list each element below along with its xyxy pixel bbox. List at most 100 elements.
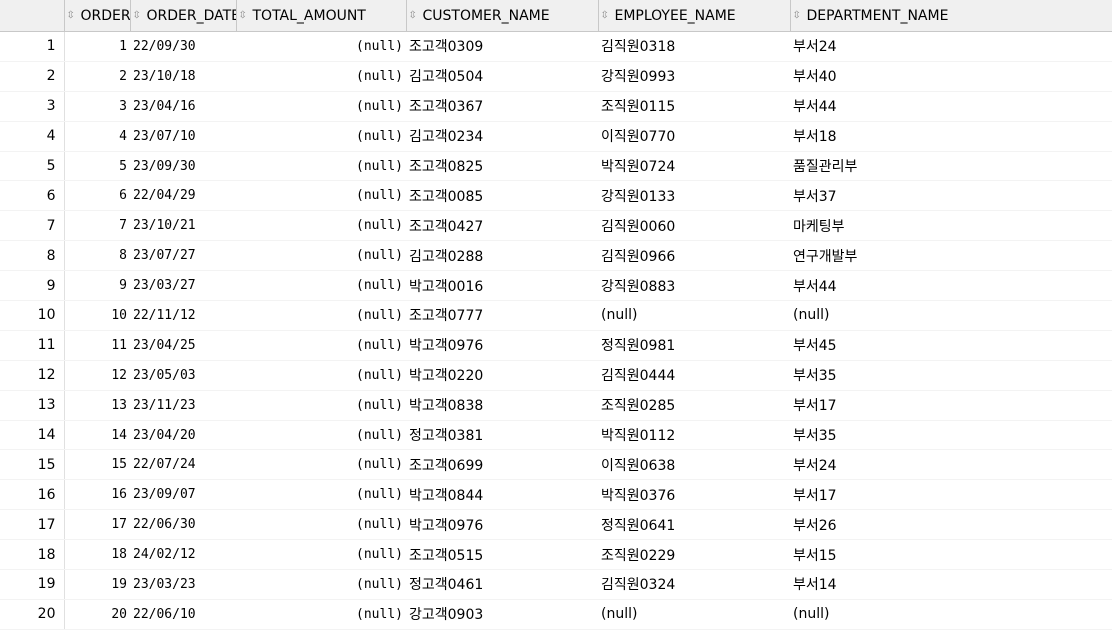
order-date-cell[interactable]: 22/09/30 <box>130 31 236 62</box>
total-amount-cell[interactable]: (null) <box>236 300 406 331</box>
table-row[interactable]: 6 6 22/04/29 (null) 조고객0085 강직원0133 부서37 <box>0 180 1112 212</box>
total-amount-cell[interactable]: (null) <box>236 360 406 391</box>
customer-name-cell[interactable]: 박고객0838 <box>406 390 598 421</box>
total-amount-cell[interactable]: (null) <box>236 539 406 571</box>
table-row[interactable]: 4 4 23/07/10 (null) 김고객0234 이직원0770 부서18 <box>0 121 1112 152</box>
order-id-cell[interactable]: 12 <box>64 360 130 391</box>
order-id-cell[interactable]: 13 <box>64 390 130 421</box>
employee-name-cell[interactable]: 정직원0641 <box>598 509 790 541</box>
department-name-cell[interactable]: 연구개발부 <box>790 240 1112 272</box>
sort-icon[interactable]: ⇳ <box>133 10 143 21</box>
sort-icon[interactable]: ⇳ <box>67 10 77 21</box>
order-id-cell[interactable]: 1 <box>64 31 130 62</box>
table-row[interactable]: 15 15 22/07/24 (null) 조고객0699 이직원0638 부서24 <box>0 449 1112 481</box>
order-id-cell[interactable]: 6 <box>64 180 130 212</box>
customer-name-cell[interactable]: 김고객0234 <box>406 121 598 152</box>
total-amount-cell[interactable]: (null) <box>236 420 406 451</box>
department-name-cell[interactable]: 부서26 <box>790 509 1112 541</box>
customer-name-cell[interactable]: 박고객0976 <box>406 509 598 541</box>
table-row[interactable]: 18 18 24/02/12 (null) 조고객0515 조직원0229 부서15 <box>0 539 1112 571</box>
customer-name-cell[interactable]: 정고객0461 <box>406 569 598 600</box>
row-number[interactable]: 9 <box>0 270 65 302</box>
customer-name-cell[interactable]: 조고객0515 <box>406 539 598 571</box>
table-row[interactable]: 9 9 23/03/27 (null) 박고객0016 강직원0883 부서44 <box>0 270 1112 302</box>
total-amount-cell[interactable]: (null) <box>236 61 406 92</box>
row-number[interactable]: 15 <box>0 449 65 481</box>
row-number[interactable]: 3 <box>0 91 65 122</box>
table-row[interactable]: 12 12 23/05/03 (null) 박고객0220 김직원0444 부서35 <box>0 360 1112 391</box>
table-row[interactable]: 10 10 22/11/12 (null) 조고객0777 (null) (null) <box>0 300 1112 331</box>
row-number[interactable]: 10 <box>0 300 65 331</box>
customer-name-cell[interactable]: 조고객0427 <box>406 210 598 242</box>
employee-name-cell[interactable]: 강직원0993 <box>598 61 790 92</box>
table-row[interactable]: 16 16 23/09/07 (null) 박고객0844 박직원0376 부서17 <box>0 479 1112 511</box>
employee-name-cell[interactable]: 이직원0770 <box>598 121 790 152</box>
row-number[interactable]: 16 <box>0 479 65 511</box>
sort-icon[interactable]: ⇳ <box>793 10 803 21</box>
customer-name-cell[interactable]: 조고객0309 <box>406 31 598 62</box>
department-name-cell[interactable]: 부서15 <box>790 539 1112 571</box>
customer-name-cell[interactable]: 박고객0016 <box>406 270 598 302</box>
employee-name-cell[interactable]: 김직원0060 <box>598 210 790 242</box>
order-id-cell[interactable]: 10 <box>64 300 130 331</box>
order-date-cell[interactable]: 23/11/23 <box>130 390 236 421</box>
order-id-cell[interactable]: 16 <box>64 479 130 511</box>
order-date-cell[interactable]: 23/10/21 <box>130 210 236 242</box>
department-name-cell[interactable]: 부서24 <box>790 31 1112 62</box>
order-id-cell[interactable]: 9 <box>64 270 130 302</box>
column-header-department-name[interactable]: ⇳ DEPARTMENT_NAME <box>790 0 1112 32</box>
total-amount-cell[interactable]: (null) <box>236 180 406 212</box>
order-id-cell[interactable]: 14 <box>64 420 130 451</box>
column-header-order-id[interactable]: ⇳ORDER_ID <box>64 0 131 32</box>
order-date-cell[interactable]: 22/06/10 <box>130 599 236 630</box>
customer-name-cell[interactable]: 강고객0903 <box>406 599 598 630</box>
order-date-cell[interactable]: 23/04/16 <box>130 91 236 122</box>
employee-name-cell[interactable]: 박직원0724 <box>598 151 790 182</box>
order-id-cell[interactable]: 17 <box>64 509 130 541</box>
row-number[interactable]: 5 <box>0 151 65 182</box>
table-row[interactable]: 11 11 23/04/25 (null) 박고객0976 정직원0981 부서45 <box>0 330 1112 361</box>
department-name-cell[interactable]: 부서35 <box>790 420 1112 451</box>
department-name-cell[interactable]: 부서14 <box>790 569 1112 600</box>
table-row[interactable]: 1 1 22/09/30 (null) 조고객0309 김직원0318 부서24 <box>0 31 1112 62</box>
table-row[interactable]: 3 3 23/04/16 (null) 조고객0367 조직원0115 부서44 <box>0 91 1112 122</box>
order-date-cell[interactable]: 24/02/12 <box>130 539 236 571</box>
row-number[interactable]: 14 <box>0 420 65 451</box>
table-row[interactable]: 17 17 22/06/30 (null) 박고객0976 정직원0641 부서26 <box>0 509 1112 541</box>
row-number[interactable]: 2 <box>0 61 65 92</box>
total-amount-cell[interactable]: (null) <box>236 330 406 361</box>
order-date-cell[interactable]: 23/05/03 <box>130 360 236 391</box>
customer-name-cell[interactable]: 조고객0699 <box>406 449 598 481</box>
order-date-cell[interactable]: 23/04/25 <box>130 330 236 361</box>
employee-name-cell[interactable]: (null) <box>598 599 790 630</box>
order-date-cell[interactable]: 23/07/27 <box>130 240 236 272</box>
order-id-cell[interactable]: 20 <box>64 599 130 630</box>
order-date-cell[interactable]: 23/07/10 <box>130 121 236 152</box>
row-number[interactable]: 1 <box>0 31 65 62</box>
department-name-cell[interactable]: 부서37 <box>790 180 1112 212</box>
column-header-customer-name[interactable]: ⇳ CUSTOMER_NAME <box>406 0 599 32</box>
customer-name-cell[interactable]: 김고객0288 <box>406 240 598 272</box>
table-row[interactable]: 20 20 22/06/10 (null) 강고객0903 (null) (null) <box>0 599 1112 630</box>
employee-name-cell[interactable]: 강직원0133 <box>598 180 790 212</box>
order-id-cell[interactable]: 7 <box>64 210 130 242</box>
row-number[interactable]: 20 <box>0 599 65 630</box>
department-name-cell[interactable]: 부서44 <box>790 270 1112 302</box>
employee-name-cell[interactable]: 박직원0112 <box>598 420 790 451</box>
order-date-cell[interactable]: 22/06/30 <box>130 509 236 541</box>
customer-name-cell[interactable]: 조고객0777 <box>406 300 598 331</box>
employee-name-cell[interactable]: 조직원0115 <box>598 91 790 122</box>
employee-name-cell[interactable]: 정직원0981 <box>598 330 790 361</box>
corner-cell[interactable] <box>0 0 65 32</box>
department-name-cell[interactable]: 부서40 <box>790 61 1112 92</box>
employee-name-cell[interactable]: 이직원0638 <box>598 449 790 481</box>
total-amount-cell[interactable]: (null) <box>236 270 406 302</box>
department-name-cell[interactable]: 마케팅부 <box>790 210 1112 242</box>
column-header-total-amount[interactable]: ⇳ TOTAL_AMOUNT <box>236 0 407 32</box>
order-date-cell[interactable]: 23/09/30 <box>130 151 236 182</box>
employee-name-cell[interactable]: 조직원0285 <box>598 390 790 421</box>
total-amount-cell[interactable]: (null) <box>236 509 406 541</box>
order-id-cell[interactable]: 11 <box>64 330 130 361</box>
total-amount-cell[interactable]: (null) <box>236 240 406 272</box>
total-amount-cell[interactable]: (null) <box>236 91 406 122</box>
